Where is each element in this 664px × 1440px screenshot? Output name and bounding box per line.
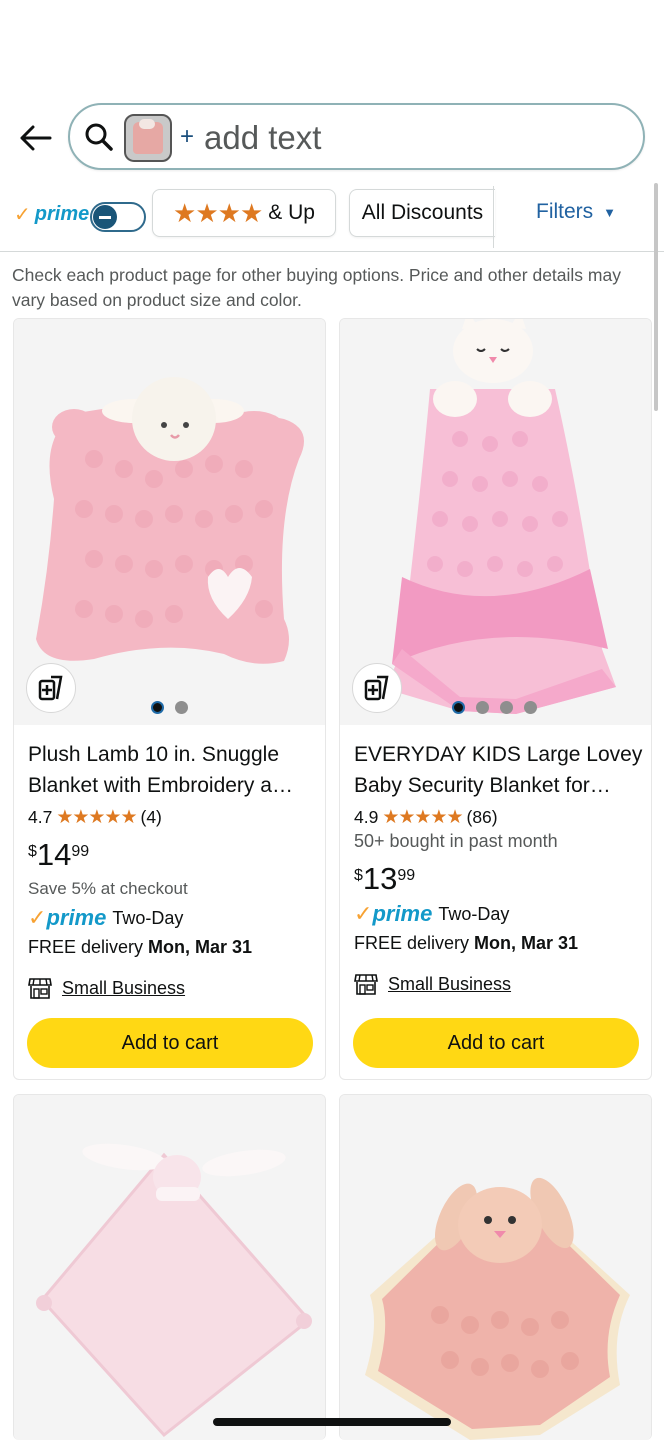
product-image[interactable] <box>340 319 651 725</box>
storefront-icon <box>354 974 378 995</box>
prime-speed: Two-Day <box>438 903 510 924</box>
prime-logo: prime <box>34 202 90 225</box>
product-info: EVERYDAY KIDS Large Lovey Baby Security … <box>354 739 644 997</box>
bunny-blanket-image <box>14 1095 325 1440</box>
delivery-prefix: FREE delivery <box>354 933 475 953</box>
rating-row[interactable]: 4.7 ★★★★★ (4) <box>28 805 318 829</box>
home-indicator[interactable] <box>213 1418 451 1426</box>
product-info: Plush Lamb 10 in. Snuggle Blanket with E… <box>28 739 318 1001</box>
image-search-thumbnail[interactable] <box>124 114 172 162</box>
price-whole: 13 <box>362 861 398 896</box>
delivery-info: FREE delivery Mon, Mar 31 <box>28 937 318 965</box>
prime-badge: ✓ prime Two-Day <box>28 903 318 933</box>
price-whole: 14 <box>36 837 72 872</box>
toggle-knob <box>93 205 117 229</box>
carousel-dot[interactable] <box>175 701 188 714</box>
discounts-filter-label: All Discounts <box>361 201 484 224</box>
image-carousel-dots[interactable] <box>151 701 188 715</box>
product-image[interactable] <box>340 1095 651 1440</box>
image-carousel-dots[interactable] <box>452 701 537 715</box>
delivery-prefix: FREE delivery <box>28 937 149 957</box>
carousel-dot-active[interactable] <box>151 701 164 714</box>
price-fraction: 99 <box>71 843 90 860</box>
save-text: Save 5% at checkout <box>28 879 188 898</box>
rating-value: 4.7 <box>28 806 53 827</box>
discounts-filter-chip[interactable]: All Discounts <box>349 189 495 237</box>
review-count: (86) <box>466 806 498 827</box>
review-count: (4) <box>140 806 162 827</box>
chevron-down-icon: ▼ <box>603 204 617 220</box>
product-card[interactable]: EVERYDAY KIDS Large Lovey Baby Security … <box>339 318 652 1080</box>
price-fraction: 99 <box>397 867 416 884</box>
star-rating-icon: ★★★★ <box>173 197 263 228</box>
bunny-lovey-image <box>340 1095 651 1440</box>
delivery-date: Mon, Mar 31 <box>148 937 253 957</box>
search-icon <box>85 123 113 151</box>
product-title[interactable]: EVERYDAY KIDS Large Lovey Baby Security … <box>354 739 644 801</box>
rating-filter-chip[interactable]: ★★★★ & Up <box>152 189 336 237</box>
carousel-dot[interactable] <box>524 701 537 714</box>
product-title[interactable]: Plush Lamb 10 in. Snuggle Blanket with E… <box>28 739 318 801</box>
rating-filter-label: & Up <box>268 201 315 224</box>
product-card[interactable] <box>13 1094 326 1440</box>
price-currency: $ <box>354 867 363 884</box>
prime-check-icon: ✓ <box>354 901 373 926</box>
filter-bar: ✓ prime ★★★★ & Up All Discounts Filters … <box>0 186 664 252</box>
product-card[interactable] <box>339 1094 652 1440</box>
small-business-label[interactable]: Small Business <box>388 974 511 995</box>
results-notice: Check each product page for other buying… <box>12 265 621 310</box>
star-rating-icon: ★★★★★ <box>382 806 463 828</box>
scrollbar[interactable] <box>654 183 658 411</box>
filters-button[interactable]: Filters ▼ <box>536 200 616 224</box>
bought-count: 50+ bought in past month <box>354 831 558 851</box>
compare-icon[interactable] <box>352 663 402 713</box>
product-card[interactable]: Plush Lamb 10 in. Snuggle Blanket with E… <box>13 318 326 1080</box>
prime-speed: Two-Day <box>112 907 184 928</box>
small-business-badge[interactable]: Small Business <box>28 975 318 1001</box>
delivery-info: FREE delivery Mon, Mar 31 <box>354 933 644 961</box>
small-business-label[interactable]: Small Business <box>62 978 185 999</box>
filters-label: Filters <box>536 200 594 223</box>
rating-row[interactable]: 4.9 ★★★★★ (86) <box>354 805 644 829</box>
rating-value: 4.9 <box>354 806 379 827</box>
price-currency: $ <box>28 843 37 860</box>
prime-check-icon: ✓ <box>28 905 47 930</box>
carousel-dot[interactable] <box>476 701 489 714</box>
prime-toggle-switch[interactable] <box>90 202 146 232</box>
small-business-badge[interactable]: Small Business <box>354 971 644 997</box>
product-image[interactable] <box>14 319 325 725</box>
prime-logo: prime <box>372 901 433 926</box>
product-image[interactable] <box>14 1095 325 1440</box>
add-to-cart-button[interactable]: Add to cart <box>27 1018 313 1068</box>
search-input[interactable]: add text <box>204 119 321 157</box>
search-bar[interactable]: + add text <box>68 103 645 170</box>
compare-icon[interactable] <box>26 663 76 713</box>
delivery-date: Mon, Mar 31 <box>474 933 579 953</box>
back-arrow-icon[interactable] <box>16 120 56 156</box>
prime-check-icon: ✓ <box>14 203 31 226</box>
carousel-dot-active[interactable] <box>452 701 465 714</box>
price: $ 14 99 <box>28 839 318 875</box>
star-rating-icon: ★★★★★ <box>56 806 137 828</box>
storefront-icon <box>28 978 52 999</box>
filters-divider <box>493 186 494 248</box>
price: $ 13 99 <box>354 863 644 899</box>
prime-logo: prime <box>46 905 107 930</box>
carousel-dot[interactable] <box>500 701 513 714</box>
prime-filter-toggle[interactable]: ✓ prime <box>14 192 148 236</box>
add-text-plus-icon: + <box>180 123 195 150</box>
prime-badge: ✓ prime Two-Day <box>354 899 644 929</box>
search-header: + add text <box>0 100 664 176</box>
add-to-cart-button[interactable]: Add to cart <box>353 1018 639 1068</box>
